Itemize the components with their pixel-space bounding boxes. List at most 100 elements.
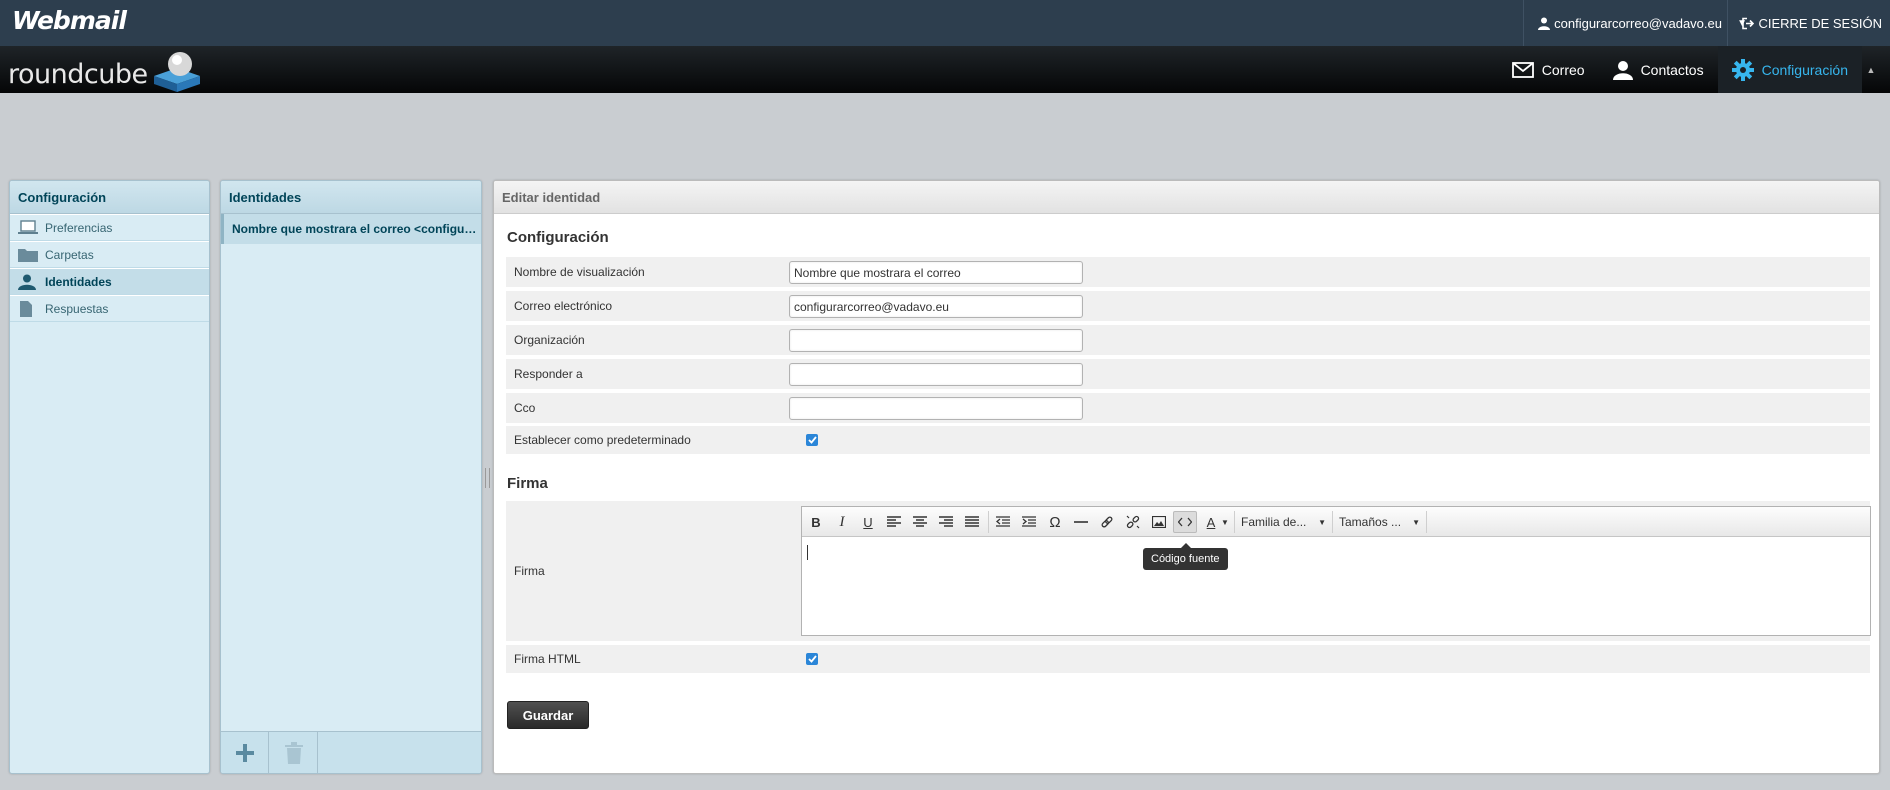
settings-title: Configuración [10, 181, 209, 214]
reply-to-input[interactable] [789, 363, 1083, 386]
organization-input[interactable] [789, 329, 1083, 352]
roundcube-box-icon [153, 52, 200, 92]
edit-identity-panel: Editar identidad Configuración Nombre de… [493, 180, 1880, 774]
signature-editor[interactable]: B I U Ω A ▼ Familia de... ▼ Tamaños ... … [801, 506, 1871, 636]
font-size-caret-icon: ▼ [1412, 517, 1420, 527]
bcc-input[interactable] [789, 397, 1083, 420]
user-icon [1538, 17, 1551, 30]
special-char-icon[interactable]: Ω [1043, 511, 1067, 533]
horizontal-rule-icon[interactable] [1069, 511, 1093, 533]
main-nav: Correo Contactos Configuración ▲ [1498, 46, 1880, 93]
indent-icon[interactable] [1017, 511, 1041, 533]
html-signature-label: Firma HTML [514, 652, 581, 666]
save-button[interactable]: Guardar [507, 701, 589, 729]
font-size-select[interactable]: Tamaños ... ▼ [1334, 511, 1426, 533]
italic-icon[interactable]: I [830, 511, 854, 533]
settings-item-preferences[interactable]: Preferencias [10, 214, 209, 241]
toolbar-separator [1426, 511, 1427, 533]
user-email: configurarcorreo@vadavo.eu [1554, 15, 1722, 31]
settings-item-label: Preferencias [45, 221, 113, 235]
default-checkbox[interactable] [806, 434, 818, 446]
trash-icon [284, 742, 303, 764]
settings-item-identities[interactable]: Identidades [10, 268, 209, 295]
text-cursor [807, 545, 808, 560]
default-label: Establecer como predeterminado [514, 433, 691, 447]
user-menu[interactable]: configurarcorreo@vadavo.eu [1523, 0, 1722, 46]
folder-icon [18, 249, 38, 262]
text-color-caret-icon[interactable]: ▼ [1219, 511, 1231, 533]
roundcube-logo[interactable]: roundcube [8, 52, 202, 92]
top-bar: Webmail configurarcorreo@vadavo.eu ▼ CIE… [0, 0, 1890, 46]
config-section-title: Configuración [507, 229, 609, 246]
field-row-email: Correo electrónico [506, 291, 1870, 321]
nav-collapse-caret-icon[interactable]: ▲ [1862, 46, 1880, 93]
image-icon[interactable] [1147, 511, 1171, 533]
nav-mail[interactable]: Correo [1498, 46, 1599, 93]
email-label: Correo electrónico [514, 299, 613, 313]
underline-icon[interactable]: U [856, 511, 880, 533]
panel-splitter[interactable] [485, 468, 490, 488]
nav-settings-label: Configuración [1761, 61, 1848, 78]
outdent-icon[interactable] [991, 511, 1015, 533]
settings-item-folders[interactable]: Carpetas [10, 241, 209, 268]
align-center-icon[interactable] [908, 511, 932, 533]
toolbar-separator [1234, 511, 1235, 533]
gear-icon [1731, 58, 1754, 81]
display-name-label: Nombre de visualización [514, 265, 645, 279]
link-icon[interactable] [1095, 511, 1119, 533]
font-family-label: Familia de... [1241, 515, 1307, 529]
nav-contacts-label: Contactos [1640, 61, 1704, 78]
source-code-icon[interactable] [1173, 511, 1197, 533]
nav-mail-label: Correo [1541, 61, 1585, 78]
field-row-reply-to: Responder a [506, 359, 1870, 389]
toolbar-separator [988, 511, 989, 533]
settings-item-responses[interactable]: Respuestas [10, 295, 209, 322]
font-family-select[interactable]: Familia de... ▼ [1236, 511, 1332, 533]
logo-text: roundcube [8, 59, 148, 90]
email-input[interactable] [789, 295, 1083, 318]
align-right-icon[interactable] [934, 511, 958, 533]
organization-label: Organización [514, 333, 585, 347]
identities-panel: Identidades Nombre que mostrara el corre… [220, 180, 482, 774]
settings-item-label: Identidades [45, 275, 112, 289]
logout-label: CIERRE DE SESIÓN [1758, 15, 1882, 31]
toolbar-separator [1332, 511, 1333, 533]
field-row-default: Establecer como predeterminado [506, 426, 1870, 454]
delete-identity-button[interactable] [270, 732, 318, 773]
webmail-brand: Webmail [12, 6, 127, 35]
editor-toolbar: B I U Ω A ▼ Familia de... ▼ Tamaños ... … [802, 507, 1870, 537]
person-icon [18, 274, 36, 290]
identities-footer [221, 731, 481, 773]
field-row-bcc: Cco [506, 393, 1870, 423]
nav-contacts[interactable]: Contactos [1599, 46, 1718, 93]
identities-title: Identidades [221, 181, 481, 214]
unlink-icon[interactable] [1121, 511, 1145, 533]
align-left-icon[interactable] [882, 511, 906, 533]
identity-list-item[interactable]: Nombre que mostrara el correo <configura… [221, 214, 481, 244]
signature-section-title: Firma [507, 475, 548, 492]
field-row-display-name: Nombre de visualización [506, 257, 1870, 287]
align-justify-icon[interactable] [960, 511, 984, 533]
person-icon [1612, 60, 1633, 80]
edit-identity-title: Editar identidad [494, 181, 1879, 214]
document-icon [20, 301, 32, 317]
font-family-caret-icon: ▼ [1318, 517, 1326, 527]
app-header: roundcube Correo Contactos Configuración… [0, 46, 1890, 93]
add-identity-button[interactable] [221, 732, 269, 773]
logout-button[interactable]: CIERRE DE SESIÓN [1727, 0, 1882, 46]
reply-to-label: Responder a [514, 367, 583, 381]
signature-label: Firma [514, 564, 545, 578]
bcc-label: Cco [514, 401, 536, 415]
checkmark-icon [807, 655, 817, 663]
bold-icon[interactable]: B [804, 511, 828, 533]
settings-item-label: Carpetas [45, 248, 94, 262]
field-row-organization: Organización [506, 325, 1870, 355]
field-row-signature: Firma B I U Ω A ▼ Familia de... ▼ Tamaño… [506, 501, 1871, 641]
envelope-icon [1511, 61, 1534, 78]
display-name-input[interactable] [789, 261, 1083, 284]
checkmark-icon [807, 436, 817, 444]
html-signature-checkbox[interactable] [806, 653, 818, 665]
source-code-tooltip: Código fuente [1143, 543, 1228, 570]
nav-settings[interactable]: Configuración [1717, 46, 1862, 93]
settings-item-label: Respuestas [45, 302, 109, 316]
